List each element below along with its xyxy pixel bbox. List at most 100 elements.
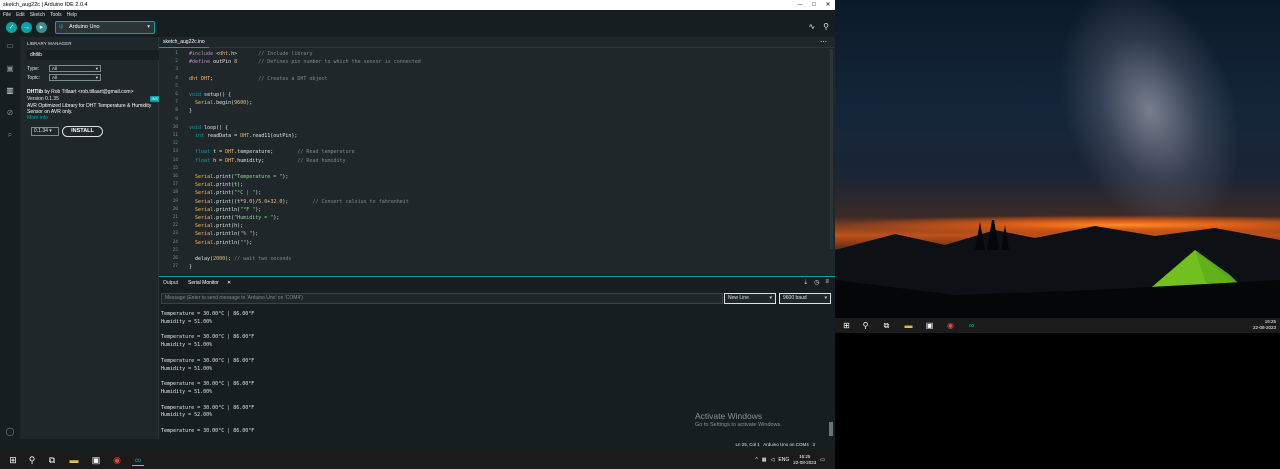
code-line[interactable]: 8}: [159, 107, 829, 115]
board-selector[interactable]: ψ Arduino Uno ▾: [55, 21, 155, 34]
close-icon[interactable]: ✕: [227, 280, 231, 286]
line-ending-select[interactable]: New Line ▾: [724, 293, 776, 304]
arduino-icon[interactable]: ∞: [132, 454, 144, 466]
code-area[interactable]: 1 #include <dht.h> // Include library 2 #de…: [159, 49, 829, 275]
more-icon[interactable]: ⋯: [820, 37, 827, 48]
type-select[interactable]: All ▾: [49, 65, 101, 72]
code-line[interactable]: 24 Serial.println("");: [159, 239, 829, 247]
more-info-link[interactable]: More info: [27, 115, 177, 121]
version-select[interactable]: 0.1.34 ▾: [31, 127, 59, 136]
arduino-icon[interactable]: ∞: [966, 320, 977, 331]
plotter-icon[interactable]: ∿: [808, 22, 815, 31]
serial-monitor-icon[interactable]: ⚲: [823, 22, 829, 31]
line-number: 12: [172, 141, 178, 147]
baud-rate-select[interactable]: 9600 baud ▾: [779, 293, 831, 304]
code-line[interactable]: 12: [159, 140, 829, 148]
windows-start-icon[interactable]: ⊞: [7, 454, 19, 466]
code-line[interactable]: 4 dht DHT; // Creates a DHT object: [159, 75, 829, 83]
menu-help[interactable]: Help: [67, 12, 77, 18]
code-line[interactable]: 16 Serial.print("Temperature = ");: [159, 173, 829, 181]
topic-select[interactable]: All ▾: [49, 74, 101, 81]
editor-scrollbar[interactable]: [830, 49, 833, 249]
chrome-icon[interactable]: ◉: [945, 320, 956, 331]
code-line[interactable]: 21 Serial.print("Humidity = ");: [159, 214, 829, 222]
code-line[interactable]: 19 Serial.print((t*9.0)/5.0+32.0); // Co…: [159, 198, 829, 206]
line-number: 17: [172, 182, 178, 188]
code-text: delay(2000); // wait two seconds: [189, 256, 292, 262]
menu-sketch[interactable]: Sketch: [30, 12, 45, 18]
debug-sidebar-icon[interactable]: ⊘: [5, 108, 15, 118]
search-icon[interactable]: ⌕: [5, 130, 15, 140]
network-icon[interactable]: ▦: [762, 457, 767, 463]
library-manager-header: LIBRARY MANAGER: [27, 41, 72, 46]
code-line[interactable]: 11 int readData = DHT.read11(outPin);: [159, 132, 829, 140]
code-text: float h = DHT.humidity; // Read humidity: [195, 157, 346, 164]
task-view-icon[interactable]: ⧉: [881, 320, 892, 331]
code-line[interactable]: 20 Serial.println("°F ");: [159, 206, 829, 214]
file-explorer-icon[interactable]: ▬: [903, 320, 914, 331]
code-line[interactable]: 10 void loop() {: [159, 124, 829, 132]
code-line[interactable]: 26 delay(2000); // wait two seconds: [159, 255, 829, 263]
chevron-up-icon[interactable]: ^: [755, 457, 757, 463]
folder-icon[interactable]: ▭: [5, 41, 15, 51]
tab-sketch[interactable]: sketch_aug22c.ino: [159, 37, 209, 48]
clear-output-icon[interactable]: ≡: [825, 279, 829, 286]
serial-line: Temperature = 30.00°C | 86.00°F: [161, 357, 255, 364]
tab-serial-monitor[interactable]: Serial Monitor: [188, 280, 219, 286]
file-explorer-icon[interactable]: ▬: [68, 454, 80, 466]
install-button[interactable]: INSTALL: [62, 126, 103, 137]
tab-output[interactable]: Output: [163, 280, 178, 286]
library-card: DHTlib by Rob Tillaart <rob.tillaart@gma…: [27, 89, 177, 121]
timestamp-icon[interactable]: ◷: [814, 279, 819, 286]
menu-edit[interactable]: Edit: [16, 12, 25, 18]
code-line[interactable]: 7 Serial.begin(9600);: [159, 99, 829, 107]
task-view-icon[interactable]: ⧉: [46, 454, 58, 466]
debug-button[interactable]: ▸: [36, 22, 47, 33]
chrome-icon[interactable]: ◉: [111, 454, 123, 466]
volume-icon[interactable]: ◁: [771, 457, 775, 463]
lang-indicator[interactable]: ENG: [778, 457, 789, 463]
terminal-icon[interactable]: ▣: [924, 320, 935, 331]
desktop-clock[interactable]: 16:25 22-08-2023: [1253, 319, 1276, 331]
serial-message-input[interactable]: Message (Enter to send message to 'Ardui…: [161, 293, 723, 304]
code-line[interactable]: 3: [159, 66, 829, 74]
code-line[interactable]: 17 Serial.print(t);: [159, 181, 829, 189]
code-text: dht DHT; // Creates a DHT object: [189, 75, 328, 82]
system-tray: ^ ▦ ◁ ENG 16:25 22-08-2023 ▭: [755, 454, 825, 465]
code-line[interactable]: 13 float t = DHT.temperature; // Read te…: [159, 148, 829, 156]
line-number: 25: [172, 247, 178, 253]
notification-icon[interactable]: ▭: [820, 457, 825, 463]
code-line[interactable]: 2 #define outPin 8 // Defines pin number …: [159, 58, 829, 66]
code-line[interactable]: 14 float h = DHT.humidity; // Read humid…: [159, 157, 829, 165]
library-manager-icon[interactable]: ▥: [5, 86, 15, 96]
clock[interactable]: 16:25 22-08-2023: [793, 454, 816, 465]
code-line[interactable]: 1 #include <dht.h> // Include library: [159, 50, 829, 58]
close-button[interactable]: ✕: [821, 0, 835, 10]
board-manager-icon[interactable]: ▣: [5, 64, 15, 74]
code-line[interactable]: 18 Serial.print("°C | ");: [159, 189, 829, 197]
code-line[interactable]: 27}: [159, 263, 829, 271]
terminal-icon[interactable]: ▣: [90, 454, 102, 466]
serial-line: Humidity = 51.00%: [161, 342, 213, 349]
maximize-button[interactable]: □: [807, 0, 821, 10]
code-line[interactable]: 25: [159, 247, 829, 255]
windows-start-icon[interactable]: ⊞: [841, 320, 852, 331]
menu-tools[interactable]: Tools: [50, 12, 62, 18]
account-icon[interactable]: ◯: [5, 427, 15, 437]
panel-scrollbar[interactable]: [829, 422, 833, 436]
line-number: 22: [172, 223, 178, 229]
code-line[interactable]: 5: [159, 83, 829, 91]
code-line[interactable]: 6 void setup() {: [159, 91, 829, 99]
search-icon[interactable]: ⚲: [26, 454, 38, 466]
menu-file[interactable]: File: [3, 12, 11, 18]
minimize-button[interactable]: –: [793, 0, 807, 10]
code-line[interactable]: 23 Serial.println("% ");: [159, 230, 829, 238]
verify-button[interactable]: ✓: [6, 22, 17, 33]
code-line[interactable]: 9: [159, 116, 829, 124]
toggle-autoscroll-icon[interactable]: ⇣: [803, 279, 808, 286]
upload-button[interactable]: →: [21, 22, 32, 33]
code-line[interactable]: 15: [159, 165, 829, 173]
code-line[interactable]: 22 Serial.print(h);: [159, 222, 829, 230]
search-icon[interactable]: ⚲: [860, 320, 871, 331]
library-search-input[interactable]: dhtlib: [27, 50, 175, 60]
